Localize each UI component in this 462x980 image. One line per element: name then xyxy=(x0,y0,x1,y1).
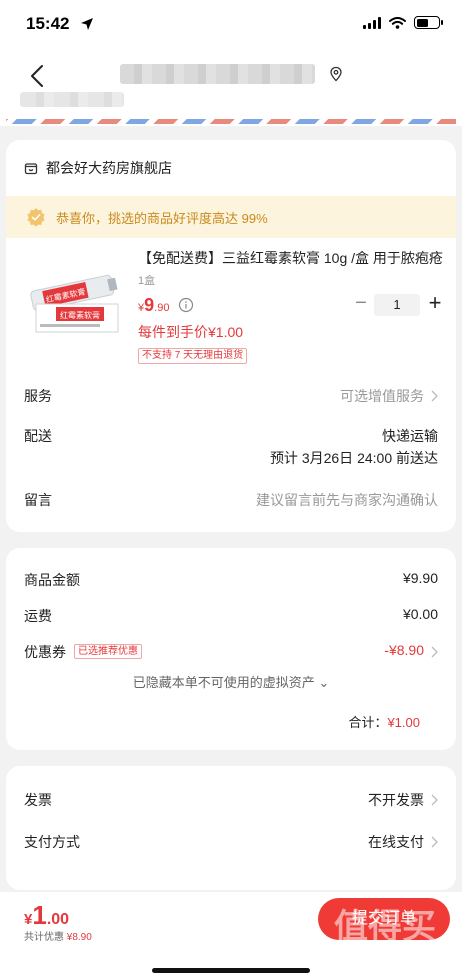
coupon-row[interactable]: 优惠券 已选推荐优惠 -¥8.90 xyxy=(24,642,438,664)
status-bar: 15:42 xyxy=(0,0,462,52)
checkout-total: ¥ 1 .00 xyxy=(24,900,69,931)
home-indicator xyxy=(152,968,310,973)
coupon-value: -¥8.90 xyxy=(384,642,424,658)
delivery-eta: 预计 3月26日 24:00 前送达 xyxy=(269,450,438,466)
quantity-increase-button[interactable]: + xyxy=(424,290,446,316)
medal-icon xyxy=(27,208,45,227)
checkout-decimal: .00 xyxy=(46,911,70,928)
payment-method-label: 支付方式 xyxy=(24,834,80,850)
product-title[interactable]: 【免配送费】三益红霉素软膏 10g /盒 用于脓疱疮 xyxy=(138,248,446,268)
product-image[interactable]: 红霉素软膏 红霉素软膏 xyxy=(22,252,132,340)
payment-method-row[interactable]: 支付方式 在线支付 xyxy=(24,832,438,854)
invoice-row[interactable]: 发票 不开发票 xyxy=(24,790,438,812)
price-summary-card: 商品金额 ¥9.90 运费 ¥0.00 优惠券 已选推荐优惠 -¥8.90 已隐… xyxy=(6,548,456,750)
message-row[interactable]: 留言 建议留言前先与商家沟通确认 xyxy=(24,490,438,512)
nav-header xyxy=(0,52,462,116)
message-label: 留言 xyxy=(24,492,52,508)
shipping-label: 运费 xyxy=(24,608,52,624)
back-arrow-icon[interactable] xyxy=(24,62,52,90)
chevron-right-icon xyxy=(431,646,438,658)
goods-amount-label: 商品金额 xyxy=(24,572,80,588)
total-row: 合计：¥1.00 xyxy=(348,712,420,731)
order-card: 都会好大药房旗舰店 恭喜你，挑选的商品好评度高达 99% 红霉素软膏 红霉素软膏… xyxy=(6,140,456,532)
checkout-discount: 共计优惠 ¥8.90 xyxy=(24,928,92,943)
delivery-row[interactable]: 配送 快递运输 xyxy=(24,426,438,448)
payment-method-value: 在线支付 xyxy=(368,834,424,850)
watermark-text: 值得买 xyxy=(334,907,436,947)
discount-prefix: 共计优惠 xyxy=(24,932,67,943)
location-arrow-icon xyxy=(81,18,93,30)
delivery-eta-row: 预计 3月26日 24:00 前送达 xyxy=(24,448,438,470)
status-time: 15:42 xyxy=(26,14,70,33)
watermark-url: zhizhizhi.com xyxy=(334,948,435,966)
chevron-right-icon xyxy=(431,390,438,402)
delivery-method: 快递运输 xyxy=(382,428,438,444)
box-label: 红霉素软膏 xyxy=(60,310,100,320)
wifi-icon xyxy=(389,16,406,29)
hidden-assets-toggle[interactable]: 已隐藏本单不可使用的虚拟资产 ⌄ xyxy=(6,672,456,691)
quantity-value[interactable]: 1 xyxy=(374,294,420,316)
shipping-value: ¥0.00 xyxy=(402,606,438,622)
service-label: 服务 xyxy=(24,388,52,404)
price-decimal: .90 xyxy=(154,302,170,314)
delivery-label: 配送 xyxy=(24,428,52,444)
service-row[interactable]: 服务 可选增值服务 xyxy=(24,386,438,408)
store-icon xyxy=(24,163,38,175)
total-value: ¥1.00 xyxy=(387,715,420,730)
discount-value: ¥8.90 xyxy=(66,932,92,943)
service-value: 可选增值服务 xyxy=(340,388,424,404)
location-pin-icon[interactable] xyxy=(328,66,344,82)
message-input[interactable]: 建议留言前先与商家沟通确认 xyxy=(256,490,438,510)
checkout-integer: 1 xyxy=(32,900,47,930)
praise-banner: 恭喜你，挑选的商品好评度高达 99% xyxy=(6,196,456,238)
chevron-right-icon xyxy=(431,836,438,848)
unit-final-price: 每件到手价¥1.00 xyxy=(138,324,244,340)
product-spec: 1盒 xyxy=(138,275,156,287)
goods-amount-row: 商品金额 ¥9.90 xyxy=(24,570,438,592)
invoice-payment-card: 发票 不开发票 支付方式 在线支付 xyxy=(6,766,456,890)
checkout-bar: ¥ 1 .00 共计优惠 ¥8.90 提交订单 值得买 zhizhizhi.co… xyxy=(0,892,462,980)
address-blurred[interactable] xyxy=(120,64,315,84)
coupon-badge: 已选推荐优惠 xyxy=(74,644,142,659)
recipient-blurred xyxy=(20,92,124,107)
battery-icon xyxy=(414,16,443,29)
store-header[interactable]: 都会好大药房旗舰店 xyxy=(24,158,172,178)
no-return-badge: 不支持 7 天无理由退货 xyxy=(138,348,248,364)
price-integer: 9 xyxy=(144,295,155,315)
invoice-value: 不开发票 xyxy=(368,792,424,808)
watermark-logo: 值得买 zhizhizhi.com xyxy=(334,907,436,966)
checkout-symbol: ¥ xyxy=(24,911,33,928)
total-label: 合计： xyxy=(348,715,388,730)
chevron-right-icon xyxy=(431,794,438,806)
status-indicators xyxy=(363,16,443,29)
envelope-divider xyxy=(0,116,462,126)
goods-amount-value: ¥9.90 xyxy=(402,570,438,586)
praise-text: 恭喜你，挑选的商品好评度高达 99% xyxy=(56,210,268,226)
info-icon[interactable] xyxy=(178,297,194,313)
coupon-label: 优惠券 xyxy=(24,644,66,660)
store-name: 都会好大药房旗舰店 xyxy=(46,160,172,176)
cellular-signal-icon xyxy=(363,16,381,29)
quantity-decrease-button[interactable]: − xyxy=(351,292,371,316)
shipping-row: 运费 ¥0.00 xyxy=(24,606,438,628)
invoice-label: 发票 xyxy=(24,792,52,808)
product-price: ¥ 9 .90 xyxy=(138,295,169,316)
